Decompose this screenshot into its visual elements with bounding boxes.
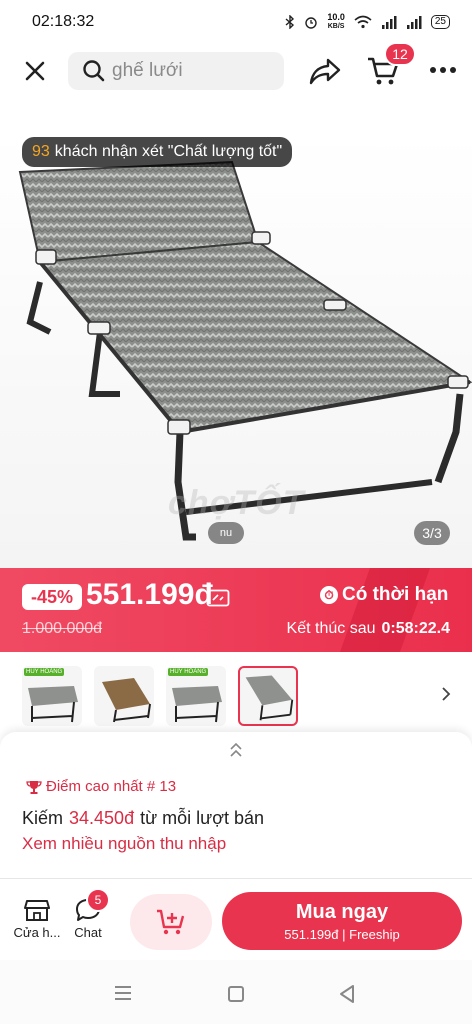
more-income-link[interactable]: Xem nhiều nguồn thu nhập [22,834,226,854]
buy-now-price: 551.199đ [284,927,339,942]
trophy-icon [26,780,42,794]
review-text: khách nhận xét "Chất lượng tốt" [54,143,283,160]
discount-badge: -45% [22,584,82,610]
rank-label: Điểm cao nhất # 13 [46,778,177,795]
stopwatch-icon: ⏱ [320,586,338,604]
review-summary-pill[interactable]: 93 khách nhận xét "Chất lượng tốt" [22,137,293,167]
thumbnail-image [102,678,151,723]
buy-now-shipping: Freeship [349,927,400,942]
watermark: chợTỐT [168,484,305,522]
thumbnail-tag: HUY HOÀNG [24,668,65,676]
nav-back-icon[interactable] [338,984,356,1004]
earn-amount: 34.450đ [69,808,135,828]
bluetooth-icon [285,15,295,29]
system-nav-bar [0,960,472,1024]
status-bar: 02:18:32 10.0 KB/S 25 [0,0,472,44]
thumbnail-3[interactable]: HUY HOÀNG [166,666,226,726]
affiliate-earnings-card: Điểm cao nhất # 13 Kiếm 34.450đ từ mỗi l… [0,732,472,882]
chevron-right-icon[interactable] [436,682,456,706]
flash-sale-banner: -45% 551.199đ 1.000.000đ ⏱ Có thời hạn K… [0,568,472,652]
countdown-time: 0:58:22.4 [381,620,451,637]
top-bar: ghế lưới 12 [0,42,472,94]
thumbnail-tag: HUY HOÀNG [168,668,209,676]
cart-count-badge: 12 [384,42,416,66]
nav-home-icon[interactable] [228,986,244,1002]
search-icon [83,60,105,82]
thumbnail-strip: HUY HOÀNG HUY HOÀNG [0,664,472,728]
original-price: 1.000.000đ [22,620,103,637]
status-time: 02:18:32 [32,13,95,30]
earn-row: Kiếm 34.450đ từ mỗi lượt bán [22,808,264,829]
search-placeholder: ghế lưới [112,60,183,81]
image-counter: 3/3 [414,521,450,545]
countdown-label: Kết thúc sau [286,620,376,637]
add-to-cart-button[interactable] [130,894,212,950]
close-icon[interactable] [20,56,50,86]
chat-badge: 5 [86,888,110,912]
buy-now-label: Mua ngay [295,901,389,923]
shop-icon [24,900,50,921]
countdown: Kết thúc sau 0:58:22.4 [287,620,450,638]
search-input[interactable]: ghế lưới [68,52,284,90]
thumbnail-image [245,675,294,721]
product-image-gallery[interactable]: 93 khách nhận xét "Chất lượng tốt" chợTỐ… [0,132,472,568]
wifi-icon [354,15,372,29]
earn-prefix: Kiếm [22,808,64,828]
image-tag-pill: nu [208,522,244,544]
sale-price: 551.199đ [86,578,213,611]
nav-menu-icon[interactable] [114,986,132,1000]
bottom-action-bar: Cửa h... Chat 5 Mua ngay 551.199đ | Free… [0,880,472,956]
voucher-icon[interactable] [206,588,230,608]
thumbnail-2[interactable] [94,666,154,726]
chevron-up-icon[interactable] [226,740,246,760]
more-icon[interactable] [428,58,458,82]
battery-indicator: 25 [430,15,450,29]
signal-icon [381,16,397,29]
add-cart-icon [157,909,185,935]
share-icon[interactable] [308,56,342,86]
signal-icon-2 [406,16,422,29]
chat-label: Chat [74,925,102,940]
buy-now-subtitle: 551.199đ | Freeship [284,927,400,942]
shop-label: Cửa h... [13,925,61,940]
status-icons: 10.0 KB/S 25 [285,13,450,31]
limited-time-label: ⏱ Có thời hạn [320,584,448,606]
net-speed: 10.0 KB/S [327,12,345,31]
shop-button[interactable]: Cửa h... [10,898,64,948]
buy-now-button[interactable]: Mua ngay 551.199đ | Freeship [222,892,462,950]
rank-row: Điểm cao nhất # 13 [26,778,176,795]
divider [0,878,472,879]
earn-suffix: từ mỗi lượt bán [140,808,265,828]
alarm-icon [305,17,318,29]
limited-text: Có thời hạn [342,584,449,605]
thumbnail-4-selected[interactable] [238,666,298,726]
review-count: 93 [32,143,50,160]
banner-decoration [340,568,430,652]
thumbnail-1[interactable]: HUY HOÀNG [22,666,82,726]
